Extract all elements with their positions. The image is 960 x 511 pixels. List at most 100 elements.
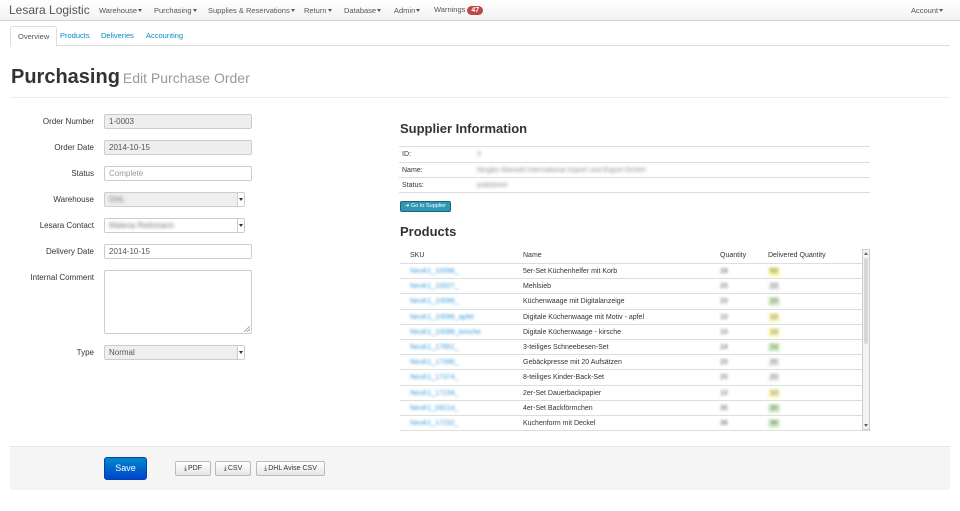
table-row[interactable]: NeuK1_17851_ 3-teiliges Schneebesen-Set 24… <box>400 339 862 354</box>
product-sku-link[interactable]: NeuK1_10096_apfel <box>410 314 474 321</box>
product-sku-link[interactable]: NeuK1_09214_ <box>410 405 459 412</box>
form-actions-bar <box>10 446 950 490</box>
save-button[interactable]: Save <box>104 457 147 480</box>
product-name: Kuchenform mit Deckel <box>523 420 596 427</box>
arrow-right-icon: ➜ <box>404 203 410 209</box>
table-row[interactable]: NeuK1_17232_ Kuchenform mit Deckel 36 36 <box>400 415 862 430</box>
column-header-sku[interactable]: SKU <box>410 252 424 259</box>
menu-purchasing[interactable]: Purchasing <box>154 6 197 15</box>
product-sku-link[interactable]: NeuK1_10027_ <box>410 283 459 290</box>
product-delivered-quantity: 50 <box>768 267 780 276</box>
lesara-contact-value: Malena Reihmann <box>109 221 174 230</box>
product-name: 5er-Set Küchenhelfer mit Korb <box>523 268 618 275</box>
products-table[interactable]: SKU Name Quantity Delivered Quantity Neu… <box>400 248 871 431</box>
table-row[interactable]: NeuK1_10096_kirsche Digitale Küchenwaage … <box>400 323 862 339</box>
table-row[interactable]: NeuK1_17396_ Gebäckpresse mit 20 Aufsätze… <box>400 354 862 369</box>
table-row[interactable]: NeuK1_10096_ 5er-Set Küchenhelfer mit Kor… <box>400 263 862 278</box>
page-subtitle: Edit Purchase Order <box>122 70 250 86</box>
order-number-field[interactable]: 1-0003 <box>104 114 252 129</box>
delivery-date-label: Delivery Date <box>45 247 94 256</box>
internal-comment-textarea[interactable] <box>104 270 252 334</box>
export-dhl-avise-csv-button[interactable]: ⤓DHL Avise CSV <box>256 461 325 476</box>
table-row[interactable]: NeuK1_10096_apfel Digitale Küchenwaage mi… <box>400 308 862 324</box>
caret-down-icon <box>939 9 944 12</box>
column-header-quantity[interactable]: Quantity <box>720 252 746 259</box>
type-select[interactable]: Normal <box>104 345 245 360</box>
supplier-row: Name: Ningbo Marwell International Impor… <box>399 161 870 178</box>
lesara-contact-select[interactable]: Malena Reihmann <box>104 218 245 233</box>
caret-down-icon <box>138 9 143 12</box>
lesara-contact-label: Lesara Contact <box>39 221 94 230</box>
go-to-supplier-button[interactable]: ➜ Go to Supplier <box>400 201 451 212</box>
menu-database[interactable]: Database <box>344 6 382 15</box>
product-sku-link[interactable]: NeuK1_10096_ <box>410 268 459 275</box>
product-name: Gebäckpresse mit 20 Aufsätzen <box>523 359 622 367</box>
menu-account[interactable]: Account <box>911 6 944 15</box>
supplier-row-value: published <box>477 182 507 189</box>
title-divider <box>10 97 950 98</box>
caret-down-icon <box>290 9 295 12</box>
status-field[interactable]: Complete <box>104 166 252 181</box>
scroll-thumb[interactable] <box>864 258 868 344</box>
tab-deliveries[interactable]: Deliveries <box>94 26 141 46</box>
top-navbar: Lesara Logistic Warehouse Purchasing Sup… <box>0 0 960 21</box>
order-date-label: Order Date <box>54 143 94 152</box>
menu-warnings[interactable]: Warnings 47 <box>434 5 484 15</box>
supplier-row-value: Ningbo Marwell International Import und … <box>477 166 646 174</box>
product-sku-link[interactable]: NeuK1_17374_ <box>410 374 459 381</box>
go-to-supplier-label: Go to Supplier <box>410 203 447 209</box>
products-heading: Products <box>400 224 457 239</box>
product-sku-link[interactable]: NeuK1_10096_ <box>410 298 459 305</box>
column-header-delivered[interactable]: Delivered Quantity <box>768 252 826 259</box>
product-sku-link[interactable]: NeuK1_17232_ <box>410 420 459 427</box>
page-title-text: Purchasing <box>11 66 120 88</box>
warehouse-select[interactable]: DHL <box>104 192 245 207</box>
brand-logo[interactable]: Lesara Logistic <box>9 3 90 17</box>
supplier-row: ID: 3 <box>399 146 870 162</box>
tab-bar: Overview Products Deliveries Accounting <box>10 26 950 47</box>
resize-handle-icon[interactable] <box>244 326 250 332</box>
download-icon: ⤓ <box>183 465 188 472</box>
tab-accounting[interactable]: Accounting <box>139 26 190 46</box>
supplier-row-key: Name: <box>402 166 423 174</box>
menu-supplies-reservations[interactable]: Supplies & Reservations <box>208 6 295 15</box>
menu-admin[interactable]: Admin <box>394 6 421 15</box>
export-pdf-button[interactable]: ⤓PDF <box>175 461 211 476</box>
caret-down-icon <box>192 9 197 12</box>
table-row[interactable]: NeuK1_10096_ Küchenwaage mit Digitalanzei… <box>400 293 862 308</box>
download-icon: ⤓ <box>223 465 227 472</box>
tab-products[interactable]: Products <box>53 26 97 46</box>
product-name: Mehlsieb <box>523 283 552 291</box>
product-quantity: 20 <box>720 298 728 306</box>
caret-down-icon <box>377 9 382 12</box>
table-row[interactable]: NeuK1_09214_ 4er-Set Backförmchen 30 30 <box>400 399 862 415</box>
scroll-down-icon[interactable] <box>864 424 868 427</box>
supplier-row-value: 3 <box>477 151 481 158</box>
product-name: Küchenwaage mit Digitalanzeige <box>523 298 625 306</box>
product-quantity: 36 <box>720 420 728 427</box>
table-row[interactable]: NeuK1_17234_ 2er-Set Dauerbackpapier 10 10 <box>400 384 862 400</box>
tab-overview[interactable]: Overview <box>10 26 58 47</box>
column-header-name[interactable]: Name <box>523 252 542 259</box>
warehouse-value: DHL <box>109 195 126 204</box>
download-icon: ⤓ <box>264 465 268 472</box>
table-row[interactable]: NeuK1_17374_ 8-teiliges Kinder-Back-Set 20… <box>400 369 862 384</box>
select-arrow-icon <box>237 219 244 232</box>
product-quantity: 10 <box>720 328 728 336</box>
product-sku-link[interactable]: NeuK1_17396_ <box>410 359 459 366</box>
export-csv-button[interactable]: ⤓CSV <box>215 461 251 476</box>
product-sku-link[interactable]: NeuK1_17851_ <box>410 344 459 351</box>
scroll-up-icon[interactable] <box>864 252 868 255</box>
delivery-date-field[interactable]: 2014-10-15 <box>104 244 252 259</box>
account-label: Account <box>911 6 939 15</box>
product-sku-link[interactable]: NeuK1_10096_kirsche <box>410 329 481 336</box>
product-sku-link[interactable]: NeuK1_17234_ <box>410 390 459 397</box>
product-name: 8-teiliges Kinder-Back-Set <box>523 374 604 382</box>
products-scrollbar[interactable] <box>862 249 870 430</box>
product-quantity: 10 <box>720 313 728 321</box>
product-delivered-quantity: 36 <box>768 419 780 428</box>
menu-return[interactable]: Return <box>304 6 332 15</box>
order-date-field[interactable]: 2014-10-15 <box>104 140 252 155</box>
menu-warehouse[interactable]: Warehouse <box>99 6 143 15</box>
table-row[interactable]: NeuK1_10027_ Mehlsieb 20 20 <box>400 278 862 293</box>
